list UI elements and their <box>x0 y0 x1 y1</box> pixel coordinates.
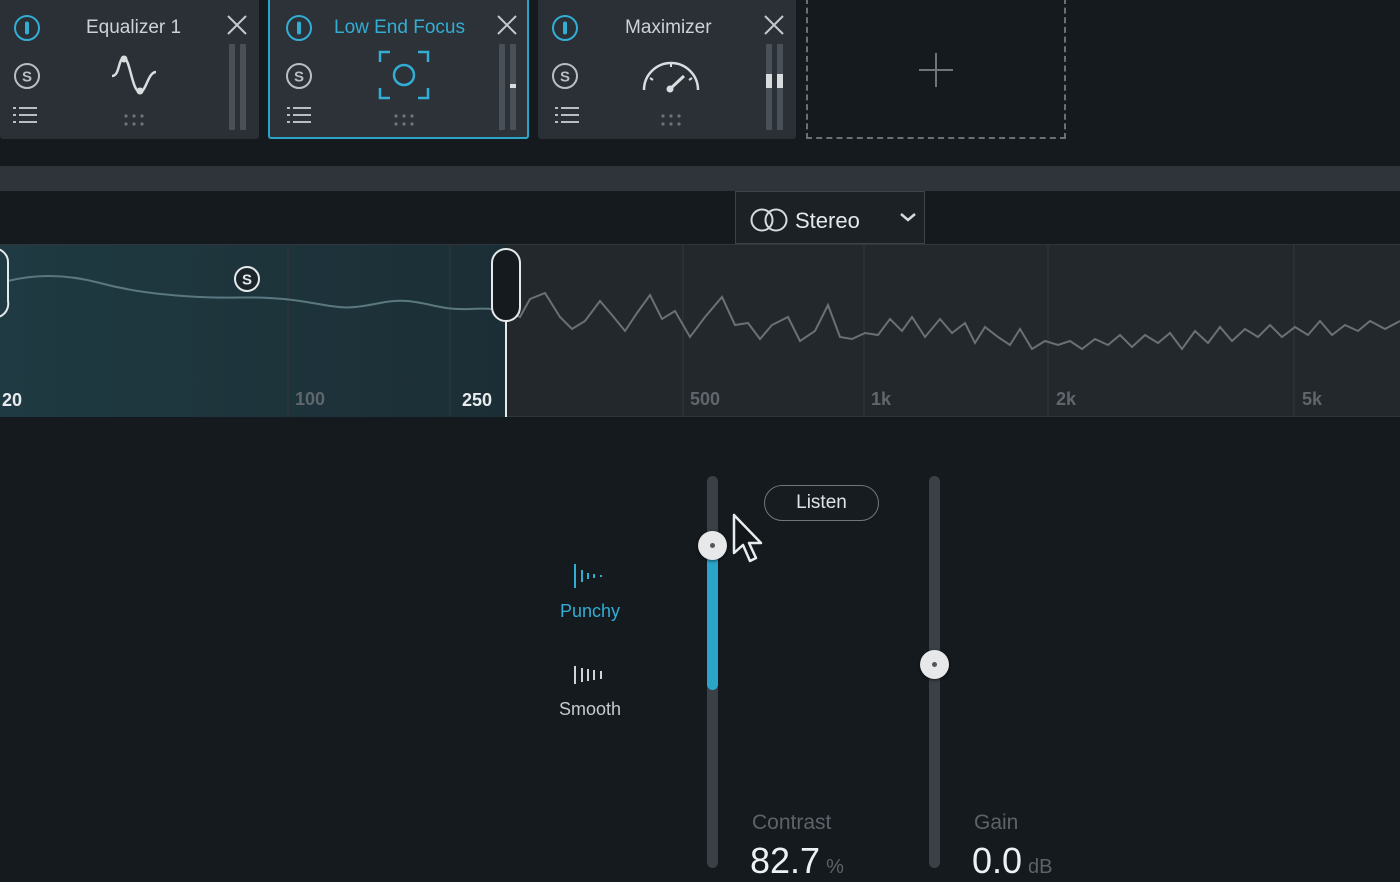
power-icon[interactable] <box>13 14 41 42</box>
mode-smooth-label: Smooth <box>558 699 622 719</box>
svg-text:S: S <box>560 69 570 86</box>
module-title: Maximizer <box>625 17 712 38</box>
gauge-icon <box>642 61 700 93</box>
freq-label: 1k <box>871 389 892 409</box>
smooth-icon <box>574 666 602 684</box>
listen-button[interactable]: Listen <box>764 485 879 521</box>
chevron-down-icon <box>900 213 916 222</box>
band-split-handle <box>491 248 521 322</box>
power-icon[interactable] <box>285 14 313 42</box>
meter-right <box>777 44 783 130</box>
freq-label: 5k <box>1302 389 1323 409</box>
gain-value: 0.0 <box>972 840 1023 881</box>
close-icon[interactable] <box>763 14 785 36</box>
drag-handle-icon[interactable] <box>393 113 415 127</box>
drag-handle-icon[interactable] <box>123 113 145 127</box>
focus-target-icon <box>378 50 430 100</box>
meter-left <box>229 44 235 130</box>
band-solo-badge: S <box>242 272 252 289</box>
contrast-value: 82.7 <box>750 840 821 881</box>
meter-left <box>499 44 505 130</box>
menu-icon[interactable] <box>555 104 579 126</box>
freq-label: 100 <box>295 389 326 409</box>
contrast-unit: % <box>826 856 844 878</box>
mouse-cursor-icon <box>732 513 763 563</box>
mode-punchy-label: Punchy <box>559 601 621 621</box>
gain-slider-thumb[interactable] <box>920 650 949 679</box>
solo-icon[interactable]: S <box>13 62 41 90</box>
section-divider <box>0 166 1400 191</box>
solo-icon[interactable]: S <box>285 62 313 90</box>
contrast-slider-thumb[interactable] <box>698 531 727 560</box>
plus-icon <box>919 53 953 87</box>
meter-right <box>510 44 516 130</box>
freq-label: 500 <box>690 389 721 409</box>
module-title: Low End Focus <box>334 17 465 38</box>
svg-text:S: S <box>294 69 304 86</box>
menu-icon[interactable] <box>287 104 311 126</box>
add-module-slot[interactable] <box>806 0 1066 139</box>
menu-icon[interactable] <box>13 104 37 126</box>
meter-left <box>766 44 772 130</box>
gain-label: Gain <box>974 811 1019 834</box>
meter-right <box>240 44 246 130</box>
band-solo-icon[interactable]: S <box>233 265 261 293</box>
svg-text:S: S <box>22 69 32 86</box>
freq-label: 250 <box>462 390 493 410</box>
gain-unit: dB <box>1028 856 1053 878</box>
freq-label: 20 <box>2 390 23 410</box>
mode-punchy-button[interactable]: Punchy <box>540 562 640 622</box>
power-icon[interactable] <box>551 14 579 42</box>
close-icon[interactable] <box>496 14 518 36</box>
punchy-icon <box>574 564 602 588</box>
solo-icon[interactable]: S <box>551 62 579 90</box>
contrast-label: Contrast <box>752 811 832 834</box>
close-icon[interactable] <box>226 14 248 36</box>
freq-label: 2k <box>1056 389 1077 409</box>
stereo-rings-icon <box>750 208 788 232</box>
stereo-mode-label: Stereo <box>795 208 860 233</box>
spectrum-curve <box>505 291 1400 351</box>
module-equalizer[interactable]: S Equalizer 1 <box>0 0 259 139</box>
contrast-slider-fill <box>707 545 718 690</box>
module-low-end-focus[interactable]: S Low End Focus <box>268 0 529 139</box>
stereo-mode-select[interactable]: Stereo <box>735 191 925 244</box>
module-title: Equalizer 1 <box>86 17 182 38</box>
spectrum-display[interactable]: S 20 100 250 500 1k 2k 5k <box>0 244 1400 417</box>
drag-handle-icon[interactable] <box>660 113 682 127</box>
module-maximizer[interactable]: S Maximizer <box>538 0 796 139</box>
eq-curve-icon <box>111 55 157 95</box>
mode-smooth-button[interactable]: Smooth <box>540 664 640 720</box>
